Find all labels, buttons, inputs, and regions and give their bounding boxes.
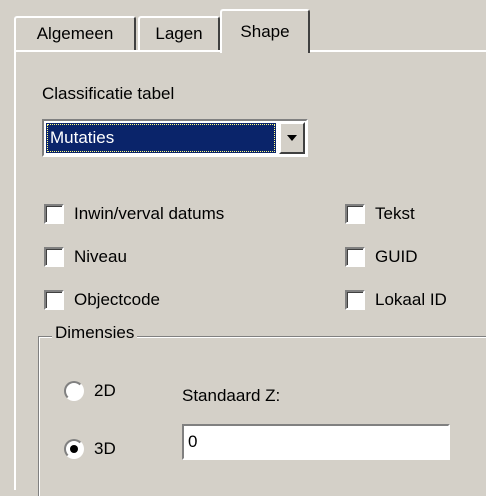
classification-select[interactable]: Mutaties xyxy=(42,119,308,157)
radio-2d-label: 2D xyxy=(94,381,116,400)
dropdown-button[interactable] xyxy=(279,122,305,154)
option-tekst[interactable]: Tekst xyxy=(345,202,415,226)
inwin-verval-checkbox[interactable] xyxy=(44,204,64,224)
tekst-checkbox[interactable] xyxy=(345,204,365,224)
lokaal-id-label: Lokaal ID xyxy=(375,290,447,309)
guid-checkbox[interactable] xyxy=(345,247,365,267)
niveau-checkbox[interactable] xyxy=(44,247,64,267)
radio-3d[interactable] xyxy=(64,439,84,459)
tab-lagen-label: Lagen xyxy=(155,24,203,43)
tab-shape[interactable]: Shape xyxy=(220,9,310,53)
option-inwin-verval[interactable]: Inwin/verval datums xyxy=(44,202,224,226)
dimensions-groupbox xyxy=(38,336,486,496)
lokaal-id-checkbox[interactable] xyxy=(345,290,365,310)
radio-2d[interactable] xyxy=(64,381,84,401)
dimensions-legend: Dimensies xyxy=(52,323,138,343)
standaard-z-input[interactable] xyxy=(182,424,450,460)
chevron-down-icon xyxy=(287,135,297,141)
radio-3d-label: 3D xyxy=(94,439,116,458)
tab-lagen[interactable]: Lagen xyxy=(138,16,220,50)
tekst-label: Tekst xyxy=(375,204,415,223)
classification-label: Classificatie tabel xyxy=(42,84,175,103)
radio-selected-dot xyxy=(70,445,78,453)
option-objectcode[interactable]: Objectcode xyxy=(44,288,160,312)
option-guid[interactable]: GUID xyxy=(345,245,418,269)
inwin-verval-label: Inwin/verval datums xyxy=(74,204,225,223)
option-2d[interactable]: 2D xyxy=(64,378,116,404)
option-lokaal-id[interactable]: Lokaal ID xyxy=(345,288,447,312)
option-3d[interactable]: 3D xyxy=(64,436,116,462)
option-niveau[interactable]: Niveau xyxy=(44,245,127,269)
standaard-z-label: Standaard Z: xyxy=(182,386,281,405)
objectcode-checkbox[interactable] xyxy=(44,290,64,310)
niveau-label: Niveau xyxy=(74,247,127,266)
guid-label: GUID xyxy=(375,247,418,266)
objectcode-label: Objectcode xyxy=(74,290,160,309)
tab-algemeen-label: Algemeen xyxy=(36,24,114,43)
classification-selected-value: Mutaties xyxy=(46,123,276,153)
tab-shape-label: Shape xyxy=(240,22,290,41)
tab-algemeen[interactable]: Algemeen xyxy=(14,16,136,50)
